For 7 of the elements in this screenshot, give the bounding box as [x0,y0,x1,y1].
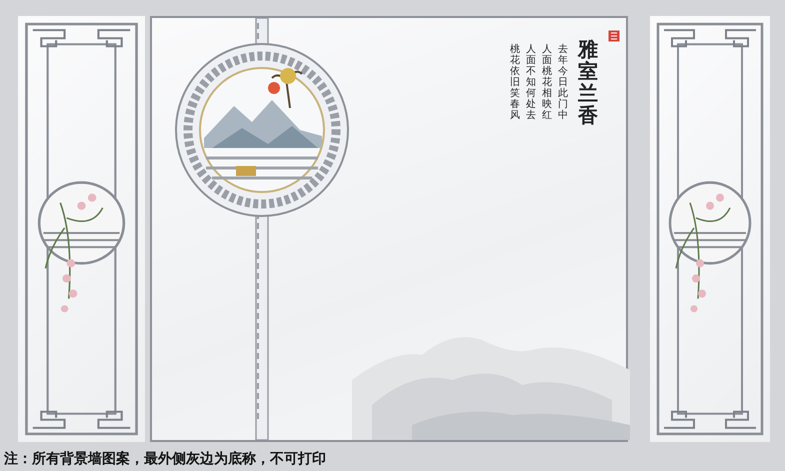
poem-title: 雅室兰香 [578,38,598,126]
print-note: 注：所有背景墙图案，最外侧灰边为底称，不可打印 [3,450,327,468]
poem-line: 人面不知何处去 [526,44,536,121]
poem-line: 桃花依旧笑春风 [510,44,520,121]
seal-icon [608,30,620,42]
poem-line: 去年今日此门中 [558,44,568,121]
poem-line: 人面桃花相映红 [542,44,552,121]
